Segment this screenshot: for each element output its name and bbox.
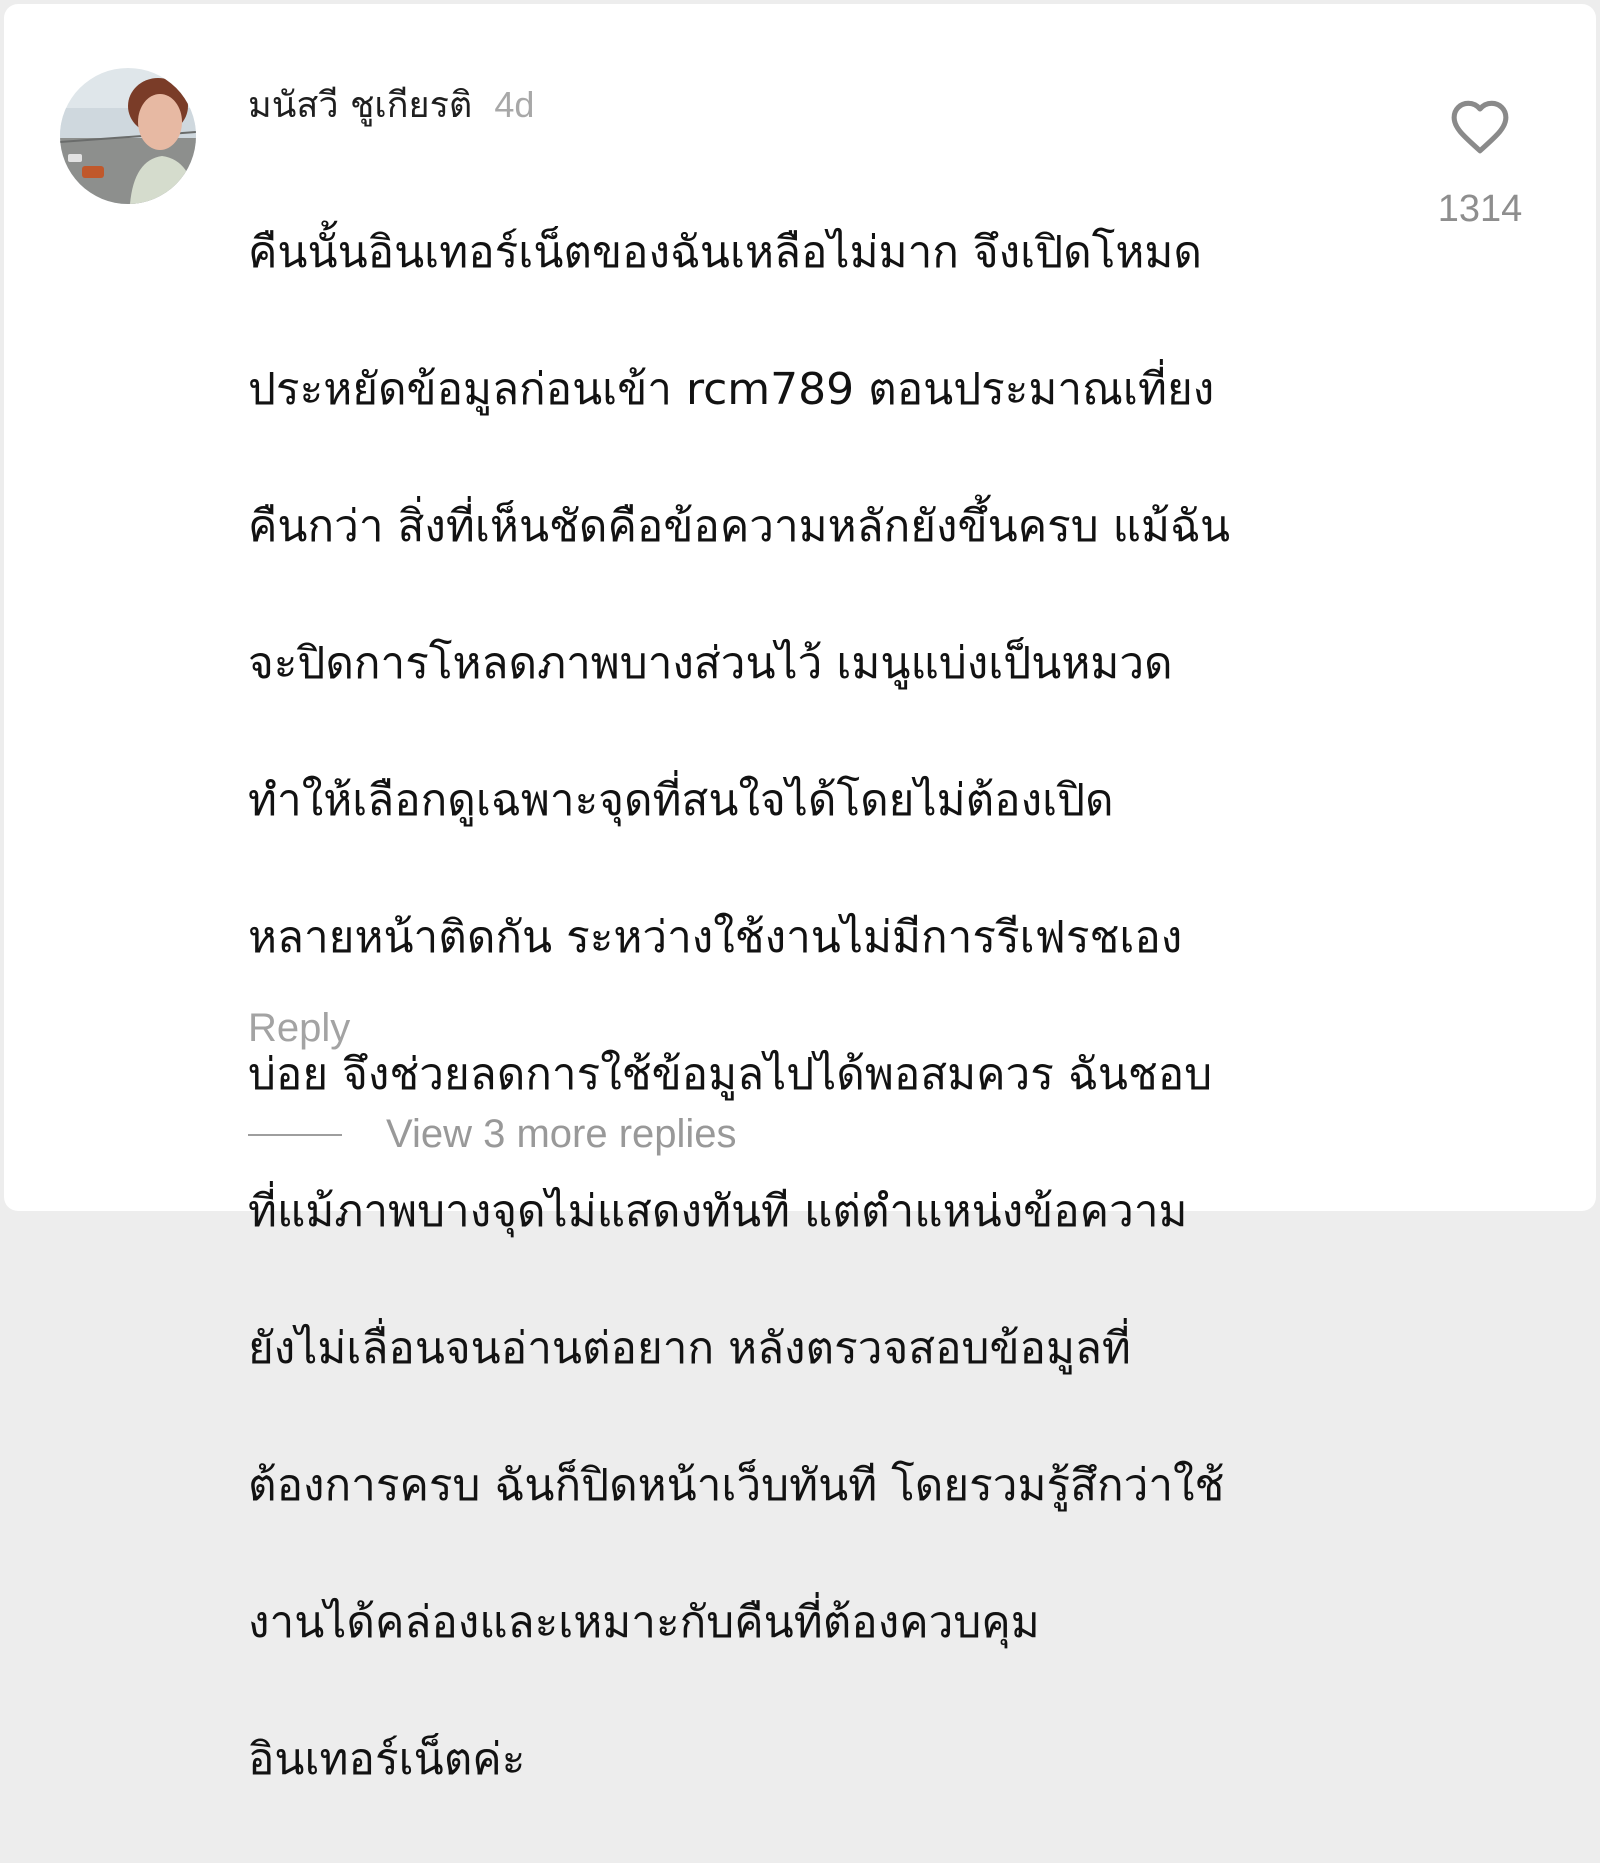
comment-text-line: ทำให้เลือกดูเฉพาะจุดที่สนใจได้โดยไม่ต้อง… <box>248 774 1114 826</box>
comment-text-line: จะปิดการโหลดภาพบางส่วนไว้ เมนูแบ่งเป็นหม… <box>248 637 1173 689</box>
comment-header: มนัสวี ชูเกียรติ 4d <box>248 76 534 133</box>
reply-button[interactable]: Reply <box>248 1006 350 1051</box>
heart-outline-icon[interactable] <box>1448 96 1512 156</box>
comment-text-line: อินเทอร์เน็ตค่ะ <box>248 1733 526 1785</box>
comment-text-line: คืนนั้นอินเทอร์เน็ตของฉันเหลือไม่มาก จึง… <box>248 226 1202 278</box>
view-more-replies-label: View 3 more replies <box>386 1112 737 1156</box>
comment-text-line: หลายหน้าติดกัน ระหว่างใช้งานไม่มีการรีเฟ… <box>248 911 1183 963</box>
comment-text-line: ต้องการครบ ฉันก็ปิดหน้าเว็บทันที โดยรวมร… <box>248 1459 1225 1511</box>
comment-text: คืนนั้นอินเทอร์เน็ตของฉันเหลือไม่มาก จึง… <box>248 150 1358 1863</box>
comment-text-line: คืนกว่า สิ่งที่เห็นชัดคือข้อความหลักยังข… <box>248 500 1231 552</box>
comment-text-line: บ่อย จึงช่วยลดการใช้ข้อมูลไปได้พอสมควร ฉ… <box>248 1048 1213 1100</box>
like-control: 1314 <box>1430 96 1530 231</box>
comment-text-line: งานได้คล่องและเหมาะกับคืนที่ต้องควบคุม <box>248 1596 1040 1648</box>
comment-text-line: ที่แม้ภาพบางจุดไม่แสดงทันที แต่ตำแหน่งข้… <box>248 1185 1188 1237</box>
avatar[interactable] <box>60 68 196 204</box>
username[interactable]: มนัสวี ชูเกียรติ <box>248 76 472 133</box>
avatar-photo <box>60 68 196 204</box>
comment-text-line: ยังไม่เลื่อนจนอ่านต่อยาก หลังตรวจสอบข้อม… <box>248 1322 1131 1374</box>
comment-card: มนัสวี ชูเกียรติ 4d คืนนั้นอินเทอร์เน็ตข… <box>4 4 1596 1785</box>
view-more-replies-button[interactable]: View 3 more replies <box>248 1112 737 1157</box>
replies-divider <box>248 1133 342 1136</box>
comment-text-line: ประหยัดข้อมูลก่อนเข้า rcm789 ตอนประมาณเท… <box>248 363 1215 415</box>
like-count: 1314 <box>1437 188 1523 230</box>
timestamp: 4d <box>494 84 535 125</box>
